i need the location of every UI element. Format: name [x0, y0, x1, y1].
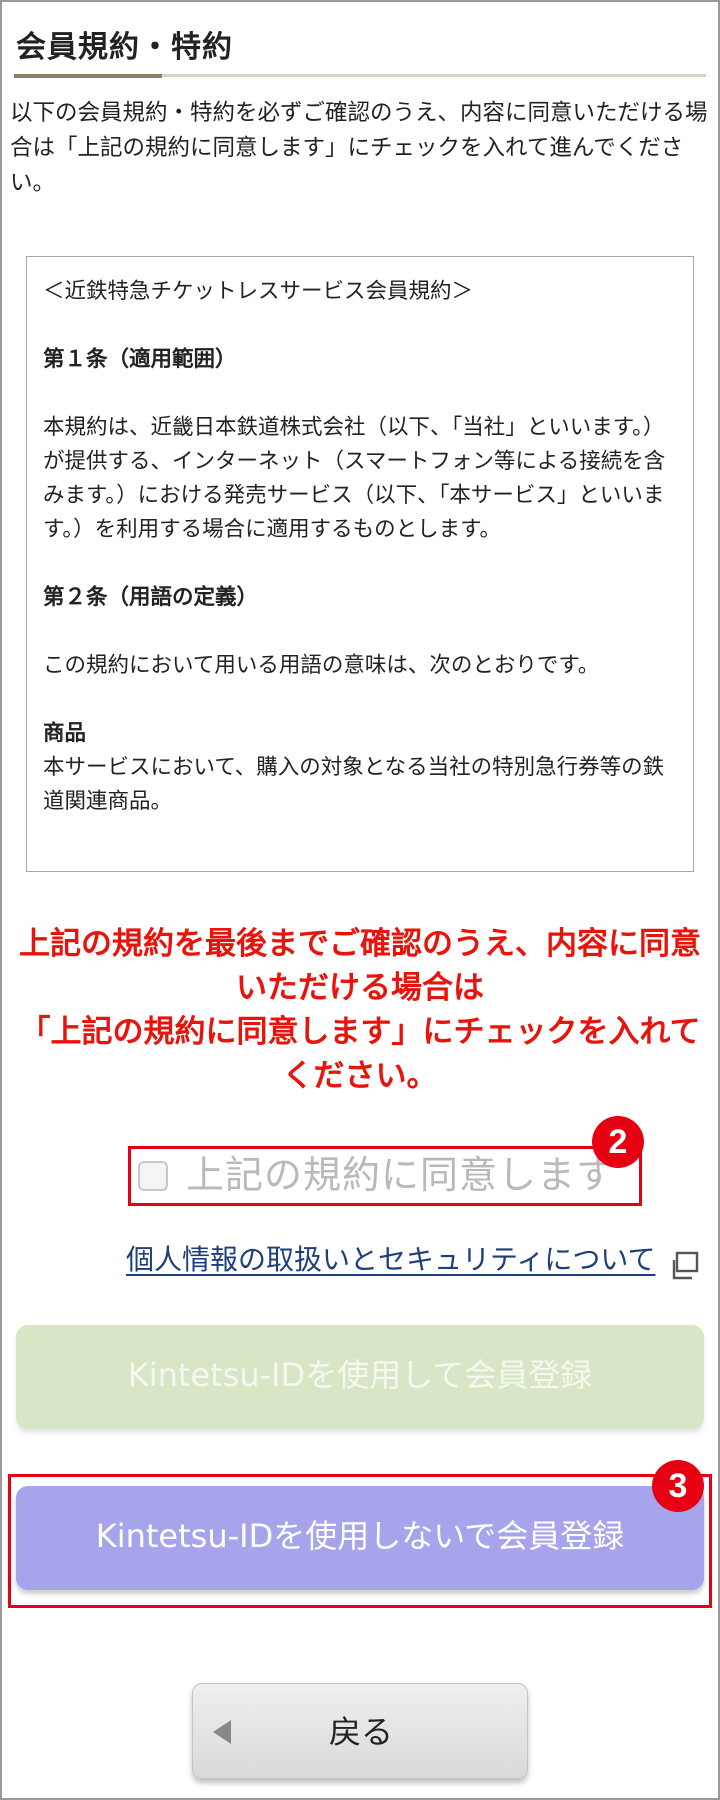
term-item-body: 本サービスにおいて、購入の対象となる当社の特別急行券等の鉄道関連商品。 [43, 755, 665, 814]
notice-line-2: いただける場合は [236, 970, 484, 1006]
back-button[interactable]: 戻る [192, 1683, 528, 1779]
back-button-label: 戻る [328, 1713, 393, 1751]
article-1-title: 第１条（適用範囲） [43, 347, 237, 372]
terms-scroll-box[interactable]: ＜近鉄特急チケットレスサービス会員規約＞ 第１条（適用範囲） 本規約は、近畿日本… [26, 256, 694, 872]
register-without-kintetsu-id-button[interactable]: Kintetsu-IDを使用しないで会員登録 [16, 1486, 704, 1590]
agreement-notice: 上記の規約を最後までご確認のうえ、内容に同意 いただける場合は 「上記の規約に同… [0, 922, 720, 1098]
article-1-body: 本規約は、近畿日本鉄道株式会社（以下、「当社」といいます。）が提供する、インター… [43, 415, 666, 542]
agree-checkbox[interactable] [138, 1161, 168, 1191]
title-underline-accent [14, 74, 162, 78]
notice-line-1: 上記の規約を最後までご確認のうえ、内容に同意 [19, 926, 701, 962]
privacy-security-link[interactable]: 個人情報の取扱いとセキュリティについて [126, 1240, 655, 1280]
agree-checkbox-label[interactable]: 上記の規約に同意します [186, 1151, 615, 1199]
page-title: 会員規約・特約 [16, 30, 233, 65]
register-with-kintetsu-id-button[interactable]: Kintetsu-IDを使用して会員登録 [16, 1325, 704, 1429]
term-item-name: 商品 [43, 721, 87, 746]
terms-heading: ＜近鉄特急チケットレスサービス会員規約＞ [43, 279, 474, 304]
notice-line-3: 「上記の規約に同意します」にチェックを入れて [19, 1014, 701, 1050]
article-2-title: 第２条（用語の定義） [43, 585, 259, 610]
notice-line-4: ください。 [282, 1058, 438, 1094]
external-link-icon[interactable] [668, 1250, 700, 1282]
terms-content: ＜近鉄特急チケットレスサービス会員規約＞ 第１条（適用範囲） 本規約は、近畿日本… [43, 275, 679, 819]
article-2-body: この規約において用いる用語の意味は、次のとおりです。 [43, 653, 600, 678]
callout-badge-3: 3 [652, 1460, 704, 1512]
intro-text: 以下の会員規約・特約を必ずご確認のうえ、内容に同意いただける場合は「上記の規約に… [10, 100, 708, 196]
callout-badge-2: 2 [592, 1116, 644, 1168]
